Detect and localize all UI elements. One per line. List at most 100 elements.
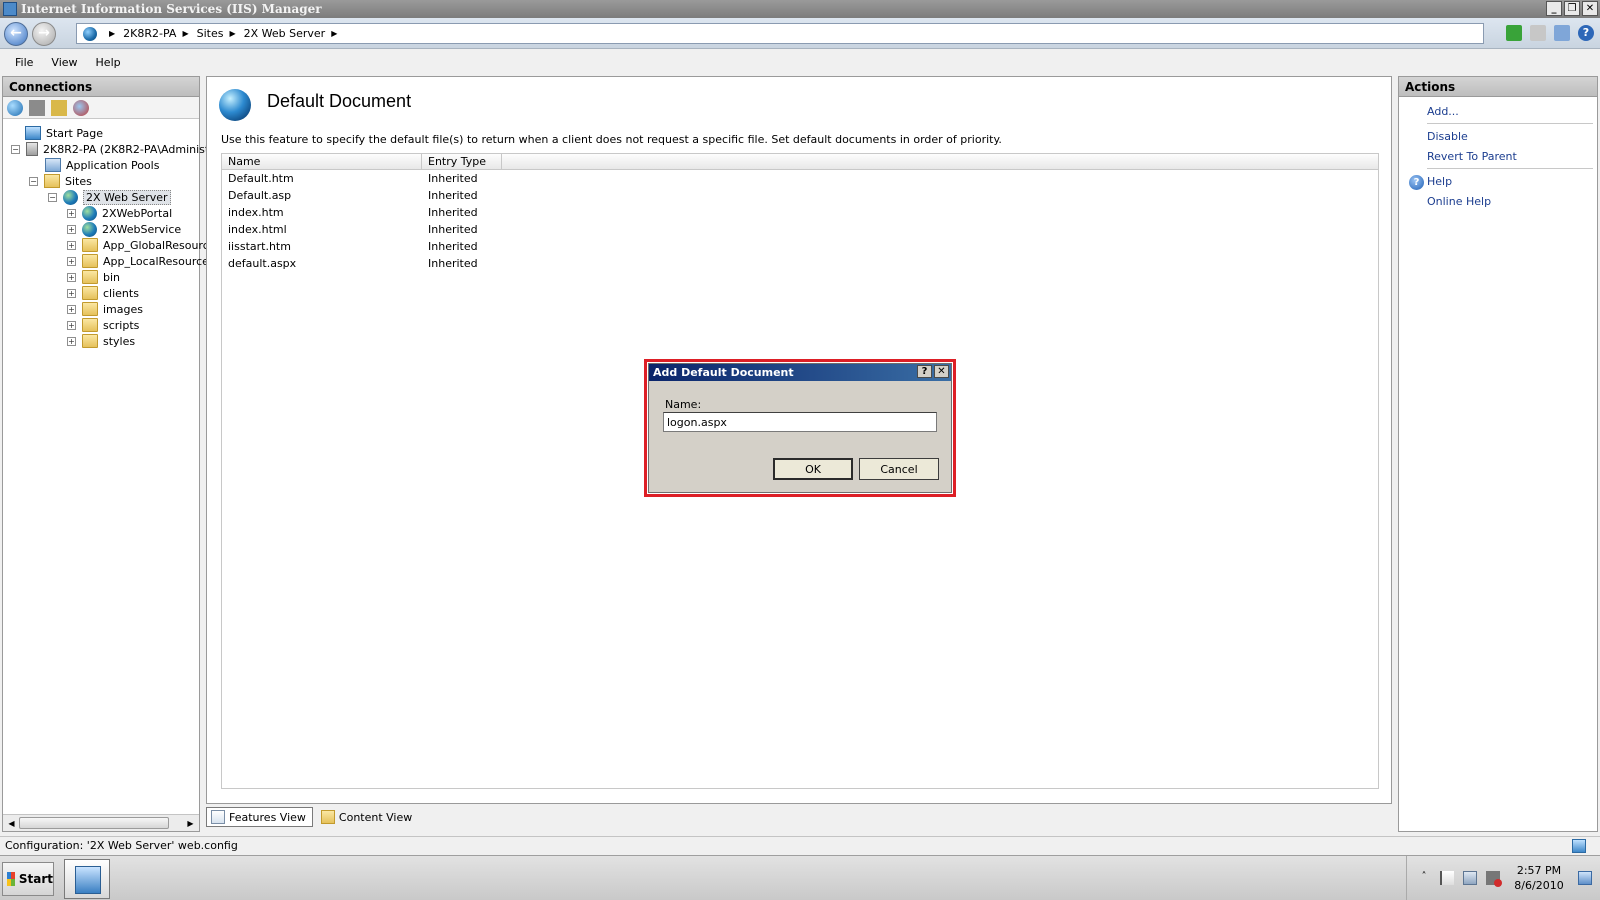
tree-node-start-page[interactable]: Start Page — [25, 125, 103, 141]
tree-label: Application Pools — [66, 158, 160, 172]
connect-icon[interactable] — [7, 99, 23, 116]
action-disable[interactable]: Disable — [1427, 130, 1468, 143]
taskbar-iis-manager[interactable] — [64, 859, 110, 899]
tree-node-child[interactable]: + bin — [67, 269, 120, 285]
table-row[interactable]: Default.asp Inherited — [222, 187, 1378, 204]
clock[interactable]: 2:57 PM 8/6/2010 — [1509, 863, 1569, 893]
column-header-name[interactable]: Name — [222, 154, 422, 169]
expand-icon[interactable]: + — [67, 256, 76, 266]
tree-label: Sites — [65, 174, 92, 188]
close-window-button[interactable]: ✕ — [1582, 1, 1598, 16]
breadcrumb-site[interactable]: 2X Web Server — [244, 27, 326, 40]
scroll-left-icon[interactable]: ◀ — [5, 817, 18, 830]
tree-node-site[interactable]: − 2X Web Server — [48, 189, 171, 205]
horizontal-scrollbar[interactable]: ◀ ▶ — [3, 814, 199, 831]
collapse-icon[interactable]: − — [48, 192, 57, 202]
home-icon[interactable] — [1554, 25, 1570, 41]
tree-node-child[interactable]: + App_LocalResources — [67, 253, 215, 269]
window-titlebar: Internet Information Services (IIS) Mana… — [0, 0, 1600, 18]
tab-content-view[interactable]: Content View — [317, 807, 418, 827]
address-bar[interactable]: ▶ 2K8R2-PA ▶ Sites ▶ 2X Web Server ▶ — [76, 23, 1484, 44]
folder-icon — [82, 318, 98, 332]
action-center-flag-icon[interactable] — [1440, 871, 1454, 885]
tree-node-child[interactable]: + 2XWebService — [67, 221, 181, 237]
table-row[interactable]: index.html Inherited — [222, 221, 1378, 238]
column-header-entry-type[interactable]: Entry Type — [422, 154, 502, 169]
menu-file[interactable]: File — [6, 56, 42, 69]
table-row[interactable]: index.htm Inherited — [222, 204, 1378, 221]
cell-name: default.aspx — [228, 257, 297, 270]
show-hidden-icons-icon[interactable]: ˄ — [1417, 871, 1431, 885]
expand-icon[interactable]: + — [67, 208, 76, 218]
refresh-icon[interactable] — [1506, 25, 1522, 41]
delete-connection-icon[interactable] — [73, 99, 89, 116]
chevron-right-icon[interactable]: ▶ — [229, 29, 235, 38]
tree-node-child[interactable]: + clients — [67, 285, 139, 301]
tree-node-server[interactable]: − 2K8R2-PA (2K8R2-PA\Administra — [11, 141, 220, 157]
tab-features-view[interactable]: Features View — [206, 807, 313, 827]
tree-node-app-pools[interactable]: Application Pools — [45, 157, 159, 173]
action-revert-to-parent[interactable]: Revert To Parent — [1427, 150, 1517, 163]
expand-icon[interactable]: + — [67, 272, 76, 282]
menu-help[interactable]: Help — [87, 56, 130, 69]
menu-view[interactable]: View — [42, 56, 86, 69]
menu-bar: File View Help — [0, 50, 1600, 74]
expand-icon[interactable]: + — [67, 240, 76, 250]
forward-button[interactable]: → — [32, 22, 56, 46]
action-help[interactable]: Help — [1427, 175, 1452, 188]
expand-icon[interactable]: + — [67, 320, 76, 330]
status-bar: Configuration: '2X Web Server' web.confi… — [0, 836, 1600, 854]
tree-node-child[interactable]: + scripts — [67, 317, 139, 333]
expand-icon[interactable]: + — [67, 304, 76, 314]
scroll-right-icon[interactable]: ▶ — [184, 817, 197, 830]
collapse-icon[interactable]: − — [29, 176, 38, 186]
cell-entry-type: Inherited — [428, 189, 478, 202]
expand-icon[interactable]: + — [67, 224, 76, 234]
collapse-icon[interactable]: − — [11, 144, 20, 154]
network-icon[interactable] — [1463, 871, 1477, 885]
action-add[interactable]: Add... — [1427, 105, 1459, 118]
minimize-button[interactable]: _ — [1546, 1, 1562, 16]
stop-icon[interactable] — [1530, 25, 1546, 41]
chevron-right-icon[interactable]: ▶ — [331, 29, 337, 38]
chevron-right-icon[interactable]: ▶ — [109, 29, 115, 38]
scrollbar-thumb[interactable] — [19, 817, 169, 829]
tree-node-child[interactable]: + 2XWebPortal — [67, 205, 172, 221]
ok-button[interactable]: OK — [773, 458, 853, 480]
globe-icon — [219, 89, 251, 121]
cancel-button[interactable]: Cancel — [859, 458, 939, 480]
tree-node-child[interactable]: + images — [67, 301, 143, 317]
application-globe-icon — [82, 221, 97, 237]
expand-icon[interactable]: + — [67, 288, 76, 298]
divider — [1427, 168, 1593, 169]
save-icon[interactable] — [29, 99, 45, 116]
name-label: Name: — [665, 398, 702, 411]
tree-node-sites[interactable]: − Sites — [29, 173, 92, 189]
show-desktop-icon[interactable] — [1578, 871, 1592, 885]
tree-label: 2XWebService — [102, 222, 182, 236]
dialog-close-button[interactable]: ✕ — [934, 365, 949, 378]
up-folder-icon[interactable] — [51, 99, 67, 116]
tree-node-child[interactable]: + App_GlobalResource — [67, 237, 216, 253]
add-default-document-dialog: Add Default Document ? ✕ Name: OK Cancel — [648, 363, 952, 493]
list-header: Name Entry Type — [222, 154, 1378, 170]
back-button[interactable]: ← — [4, 22, 28, 46]
volume-muted-icon[interactable] — [1486, 871, 1502, 887]
address-toolbar: ← → ▶ 2K8R2-PA ▶ Sites ▶ 2X Web Server ▶… — [0, 18, 1600, 49]
expand-icon[interactable]: + — [67, 336, 76, 346]
breadcrumb-sites[interactable]: Sites — [197, 27, 224, 40]
table-row[interactable]: iisstart.htm Inherited — [222, 238, 1378, 255]
dialog-help-button[interactable]: ? — [917, 365, 932, 378]
maximize-button[interactable]: ❐ — [1564, 1, 1580, 16]
folder-icon — [82, 302, 98, 316]
tree-label: App_LocalResources — [103, 254, 215, 268]
table-row[interactable]: default.aspx Inherited — [222, 255, 1378, 272]
table-row[interactable]: Default.htm Inherited — [222, 170, 1378, 187]
breadcrumb-server[interactable]: 2K8R2-PA — [123, 27, 176, 40]
tree-node-child[interactable]: + styles — [67, 333, 135, 349]
start-button[interactable]: Start — [2, 862, 54, 896]
name-input[interactable] — [663, 412, 937, 432]
help-icon[interactable]: ? — [1578, 25, 1594, 41]
action-online-help[interactable]: Online Help — [1427, 195, 1491, 208]
chevron-right-icon[interactable]: ▶ — [182, 29, 188, 38]
